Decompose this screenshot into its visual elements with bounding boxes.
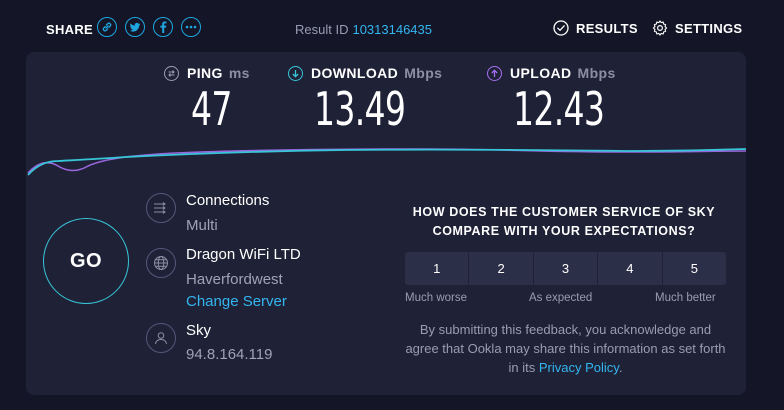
scale-mid-label: As expected <box>529 292 593 304</box>
speed-graph <box>27 148 746 176</box>
change-server-link[interactable]: Change Server <box>186 293 287 310</box>
feedback-disclaimer: By submitting this feedback, you acknowl… <box>405 320 726 377</box>
result-id-link[interactable]: 10313146435 <box>352 22 432 37</box>
survey-question: HOW DOES THE CUSTOMER SERVICE OF SKY COM… <box>412 205 716 238</box>
ping-icon <box>164 65 179 81</box>
twitter-icon[interactable] <box>125 17 145 37</box>
go-button[interactable]: GO <box>43 218 129 304</box>
disclaimer-end: . <box>618 360 623 375</box>
scale-low-label: Much worse <box>405 292 467 304</box>
download-arrow-icon <box>288 65 303 81</box>
connections-title: Connections <box>186 192 270 209</box>
server-name: Dragon WiFi LTD <box>186 246 301 263</box>
more-icon[interactable] <box>181 17 201 37</box>
privacy-policy-link[interactable]: Privacy Policy <box>539 360 619 375</box>
results-label: RESULTS <box>576 20 638 36</box>
rating-button-2[interactable]: 2 <box>469 252 533 285</box>
result-id-display: Result ID 10313146435 <box>295 22 432 37</box>
rating-button-5[interactable]: 5 <box>662 252 727 285</box>
download-graph-line <box>27 148 746 176</box>
link-icon[interactable] <box>97 17 117 37</box>
rating-button-1[interactable]: 1 <box>405 252 469 285</box>
rating-button-3[interactable]: 3 <box>533 252 598 285</box>
download-header: DOWNLOAD Mbps <box>288 65 442 81</box>
connections-icon <box>146 193 176 223</box>
user-icon <box>146 323 176 353</box>
ping-label: PING <box>187 65 223 81</box>
upload-label: UPLOAD <box>510 65 572 81</box>
download-unit: Mbps <box>404 65 443 81</box>
upload-header: UPLOAD Mbps <box>487 65 616 81</box>
download-label: DOWNLOAD <box>311 65 399 81</box>
server-location: Haverfordwest <box>186 271 283 288</box>
rating-button-4[interactable]: 4 <box>598 252 662 285</box>
rating-scale: 1 2 3 4 5 <box>405 252 727 285</box>
globe-icon <box>146 248 176 278</box>
provider-ip: 94.8.164.119 <box>186 346 273 363</box>
check-circle-icon <box>553 20 569 36</box>
upload-arrow-icon <box>487 65 502 81</box>
result-id-label: Result ID <box>295 22 349 37</box>
share-label: SHARE <box>46 22 94 37</box>
settings-label: SETTINGS <box>675 20 743 36</box>
scale-high-label: Much better <box>655 292 716 304</box>
gear-icon <box>652 20 668 36</box>
connections-value: Multi <box>186 217 218 234</box>
upload-graph-line <box>27 148 746 174</box>
ping-header: PING ms <box>164 65 250 81</box>
ping-unit: ms <box>228 65 250 81</box>
results-button[interactable]: RESULTS <box>553 20 638 36</box>
facebook-icon[interactable] <box>153 17 173 37</box>
provider-name: Sky <box>186 322 212 339</box>
upload-unit: Mbps <box>577 65 616 81</box>
settings-button[interactable]: SETTINGS <box>652 20 742 36</box>
